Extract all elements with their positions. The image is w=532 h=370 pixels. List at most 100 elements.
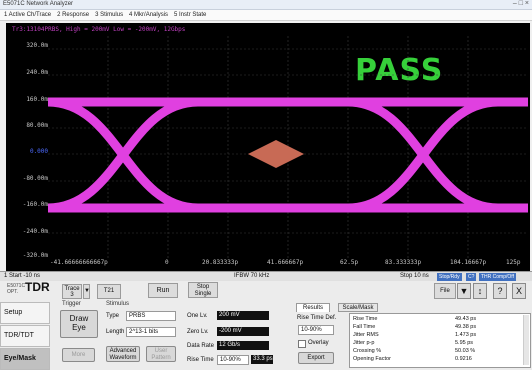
menu-item-response[interactable]: 2 Response (57, 12, 89, 18)
result-value: 5.95 ps (455, 340, 474, 346)
result-value: 1.473 ps (455, 332, 477, 338)
resize-icon[interactable]: ↕ (473, 283, 487, 299)
y-tick: -80.00m (22, 175, 48, 182)
x-tick: 62.5p (340, 259, 359, 266)
y-tick: 80.00m (26, 122, 48, 129)
menu-item-instr-state[interactable]: 5 Instr State (174, 12, 206, 18)
eye-trace-fall-1 (48, 97, 203, 213)
ifbw: IFBW 70 kHz (234, 273, 270, 279)
results-row: Opening Factor 0.9216 (353, 356, 513, 363)
result-value: 49.43 ps (455, 316, 477, 322)
advanced-waveform-button[interactable]: Advanced Waveform (106, 346, 140, 362)
t21-button[interactable]: T21 (97, 284, 121, 299)
advanced-waveform-label-2: Waveform (109, 354, 137, 361)
menu-item-active-ch-trace[interactable]: 1 Active Ch/Trace (4, 12, 51, 18)
data-rate-label: Data Rate (187, 343, 215, 349)
rise-time-input[interactable]: 33.3 ps (251, 355, 273, 364)
result-name: Fall Time (353, 324, 376, 330)
more-button[interactable]: More (62, 348, 95, 362)
y-tick: 240.0m (26, 69, 48, 76)
result-value: 49.38 ps (455, 324, 477, 330)
eye-trace-fall-2 (343, 97, 503, 213)
y-tick: -320.0m (22, 252, 48, 259)
tab-scale-mask[interactable]: Scale/Mask (338, 303, 378, 312)
window-title: E5071C Network Analyzer (3, 1, 74, 7)
overlay-checkbox[interactable] (298, 340, 306, 348)
file-dropdown-icon[interactable]: ▼ (457, 283, 471, 299)
eye-plot (48, 36, 528, 258)
data-rate-input[interactable]: 12 Gb/s (217, 341, 269, 350)
result-value: 0.9216 (455, 356, 472, 362)
result-name: Rise Time (353, 316, 378, 322)
rise-time-def-label: Rise Time Def. (297, 315, 337, 321)
trace-number: 3 (70, 292, 74, 298)
draw-eye-label-2: Eye (72, 322, 86, 332)
overlay-label: Overlay (308, 340, 329, 346)
y-tick: 0.000 (29, 148, 48, 155)
rise-time-def-dropdown[interactable]: 10-90% (298, 325, 334, 335)
x-tick: 41.666667p (267, 259, 304, 266)
zero-level-input[interactable]: -200 mV (217, 327, 269, 336)
close-icon[interactable]: X (512, 283, 526, 299)
stop-single-label-1: Stop (196, 284, 210, 290)
user-pattern-label-1: User (154, 348, 168, 354)
x-tick: -41.66666666667p (50, 259, 108, 266)
tab-setup[interactable]: Setup (0, 302, 50, 324)
one-level-label: One Lv. (187, 313, 208, 319)
result-name: Opening Factor (353, 356, 391, 362)
results-row: Fall Time 49.38 ps (353, 324, 513, 331)
file-button[interactable]: File (434, 283, 456, 299)
rise-time-label: Rise Time (187, 357, 214, 363)
result-name: Jitter RMS (353, 332, 379, 338)
type-label: Type (106, 313, 120, 319)
tab-results[interactable]: Results (296, 303, 330, 312)
stop-rdy-button[interactable]: Stop/Rdy (437, 273, 462, 281)
x-tick: 0 (165, 259, 169, 266)
x-tick: 20.833333p (202, 259, 239, 266)
trace-info: Tr3:13104PRBS, High = 200mV Low = -200mV… (12, 26, 186, 33)
help-icon[interactable]: ? (493, 283, 507, 299)
menu-item-stimulus[interactable]: 3 Stimulus (95, 12, 123, 18)
logo-tdr: TDR (25, 280, 50, 294)
stop-single-label-2: Single (194, 291, 212, 297)
eye-mask (248, 140, 304, 168)
length-label: Length (106, 329, 125, 335)
x-tick: 104.16667p (450, 259, 487, 266)
sweep-start: 1 Start -10 ns (4, 273, 41, 279)
tab-eye-mask[interactable]: Eye/Mask (0, 348, 50, 370)
stimulus-group-label: Stimulus (106, 301, 130, 307)
title-bar: E5071C Network Analyzer – □ × (0, 0, 532, 10)
sweep-stop: Stop 10 ns (400, 273, 429, 279)
trace-select-button[interactable]: Trace 3 (62, 284, 82, 299)
result-value: 50.03 % (455, 348, 476, 354)
results-row: Jitter p-p 5.95 ps (353, 340, 513, 347)
status-bar: 1 Start -10 ns IFBW 70 kHz Stop 10 ns St… (0, 271, 532, 281)
type-select[interactable]: PRBS (126, 311, 176, 321)
run-button[interactable]: Run (148, 283, 178, 298)
stop-single-button[interactable]: Stop Single (188, 282, 218, 298)
y-tick: -240.0m (22, 228, 48, 235)
cal-status-button[interactable]: C? (466, 273, 477, 281)
y-tick: -160.0m (22, 201, 48, 208)
result-name: Crossing % (353, 348, 382, 354)
logo-opt: OPT. (7, 289, 19, 295)
results-row: Crossing % 50.03 % (353, 348, 513, 355)
results-table: Rise Time 49.43 ps Fall Time 49.38 ps Ji… (349, 313, 531, 368)
tab-tdr-tdt[interactable]: TDR/TDT (0, 325, 50, 347)
menu-item-mkr-analysis[interactable]: 4 Mkr/Analysis (129, 12, 168, 18)
one-level-input[interactable]: 200 mV (217, 311, 269, 320)
export-button[interactable]: Export (298, 352, 334, 364)
comp-status-button[interactable]: THR Comp/Off (479, 273, 516, 281)
results-row: Jitter RMS 1.473 ps (353, 332, 513, 339)
user-pattern-button[interactable]: User Pattern (146, 346, 176, 362)
draw-eye-button[interactable]: Draw Eye (60, 310, 98, 338)
results-scrollbar[interactable] (523, 315, 529, 365)
trace-dropdown-icon[interactable]: ▼ (83, 284, 90, 299)
tdr-logo: E5071C OPT. TDR (7, 281, 50, 295)
user-pattern-label-2: Pattern (151, 354, 171, 361)
rise-time-def-select[interactable]: 10-90% (217, 355, 249, 365)
y-tick: 320.0m (26, 42, 48, 49)
window-controls[interactable]: – □ × (513, 0, 529, 7)
advanced-waveform-label-1: Advanced (109, 348, 137, 354)
length-select[interactable]: 2^13-1 bits (126, 327, 176, 337)
